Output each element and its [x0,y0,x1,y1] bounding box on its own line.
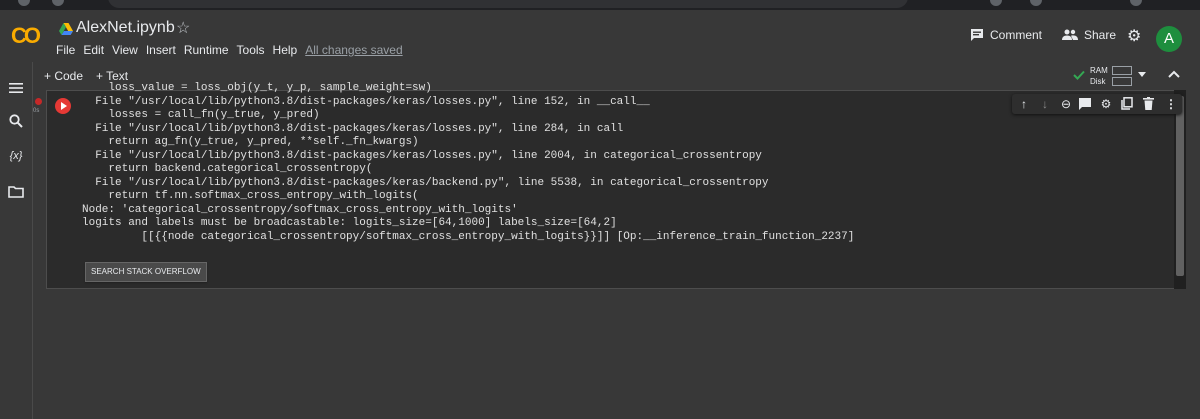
share-icon [1062,29,1078,40]
output-line: logits and labels must be broadcastable:… [82,217,617,229]
star-icon[interactable]: ☆ [176,18,190,38]
arrow-up-icon[interactable]: ↑ [1016,96,1032,112]
run-cell-button[interactable] [55,98,71,114]
output-line: loss_value = loss_obj(y_t, y_p, sample_w… [82,82,432,94]
settings-cell-icon[interactable]: ⚙ [1098,96,1114,112]
menu-runtime[interactable]: Runtime [184,43,229,57]
chevron-up-icon[interactable] [1168,70,1180,78]
chevron-down-icon[interactable] [1138,72,1146,77]
delete-icon[interactable] [1143,97,1154,110]
share-button[interactable]: Share [1062,28,1116,42]
ram-label: RAM [1090,66,1108,75]
gear-icon[interactable]: ⚙ [1127,26,1141,46]
output-line: File "/usr/local/lib/python3.8/dist-pack… [82,95,650,108]
output-line: return backend.categorical_crossentropy( [82,163,373,175]
save-status[interactable]: All changes saved [305,43,402,57]
mirror-icon[interactable] [1121,97,1133,110]
search-icon[interactable] [8,113,24,129]
comment-cell-icon[interactable] [1079,98,1091,110]
menu-bar: File Edit View Insert Runtime Tools Help… [56,43,403,57]
menu-edit[interactable]: Edit [83,43,104,57]
exec-time: 0s [33,108,40,114]
left-rail: {x} [0,62,33,419]
extension-icon[interactable] [990,0,1002,6]
link-icon[interactable]: ⊖ [1058,96,1074,112]
back-icon[interactable] [18,0,30,6]
browser-bar [0,0,1200,10]
output-line: [[{{node categorical_crossentropy/softma… [82,230,855,243]
profile-icon[interactable] [1130,0,1142,6]
output-line: return tf.nn.softmax_cross_entropy_with_… [82,190,419,202]
address-bar[interactable] [108,0,908,8]
colab-header: CO AlexNet.ipynb ☆ File Edit View Insert… [0,10,1200,62]
cell-output: loss_value = loss_obj(y_t, y_p, sample_w… [82,82,1172,250]
add-code-button[interactable]: + Code [44,69,83,83]
menu-icon[interactable] [8,80,24,96]
ram-meter[interactable] [1112,66,1132,75]
more-icon[interactable]: ⋮ [1163,96,1179,112]
drive-icon[interactable] [59,23,73,35]
output-line: File "/usr/local/lib/python3.8/dist-pack… [82,149,762,162]
notebook-title[interactable]: AlexNet.ipynb [76,19,175,37]
menu-help[interactable]: Help [273,43,298,57]
error-indicator [35,98,42,105]
scrollbar-thumb[interactable] [1176,96,1184,276]
avatar[interactable]: A [1156,26,1182,52]
search-stack-overflow-button[interactable]: SEARCH STACK OVERFLOW [85,262,207,282]
extension-icon[interactable] [1030,0,1042,6]
colab-logo[interactable]: CO [11,23,41,49]
add-text-button[interactable]: + Text [96,69,128,83]
variables-icon[interactable]: {x} [8,150,24,166]
comment-button[interactable]: Comment [970,28,1042,42]
cell-toolbar: ↑ ↓ ⊖ ⚙ ⋮ [1012,94,1182,114]
check-icon [1073,70,1085,80]
menu-file[interactable]: File [56,43,75,57]
arrow-down-icon[interactable]: ↓ [1037,96,1053,112]
scrollbar[interactable] [1174,90,1186,289]
output-line: Node: 'categorical_crossentropy/softmax_… [82,203,518,216]
output-line: return ag_fn(y_true, y_pred, **self._fn_… [82,136,419,148]
output-line: losses = call_fn(y_true, y_pred) [82,109,320,121]
share-label: Share [1084,28,1117,42]
menu-tools[interactable]: Tools [237,43,265,57]
output-line: File "/usr/local/lib/python3.8/dist-pack… [82,122,624,135]
comment-icon [971,29,983,41]
comment-label: Comment [990,28,1043,42]
output-line: File "/usr/local/lib/python3.8/dist-pack… [82,176,769,189]
folder-icon[interactable] [8,184,24,200]
reload-icon[interactable] [52,0,64,6]
menu-insert[interactable]: Insert [146,43,176,57]
menu-view[interactable]: View [112,43,138,57]
